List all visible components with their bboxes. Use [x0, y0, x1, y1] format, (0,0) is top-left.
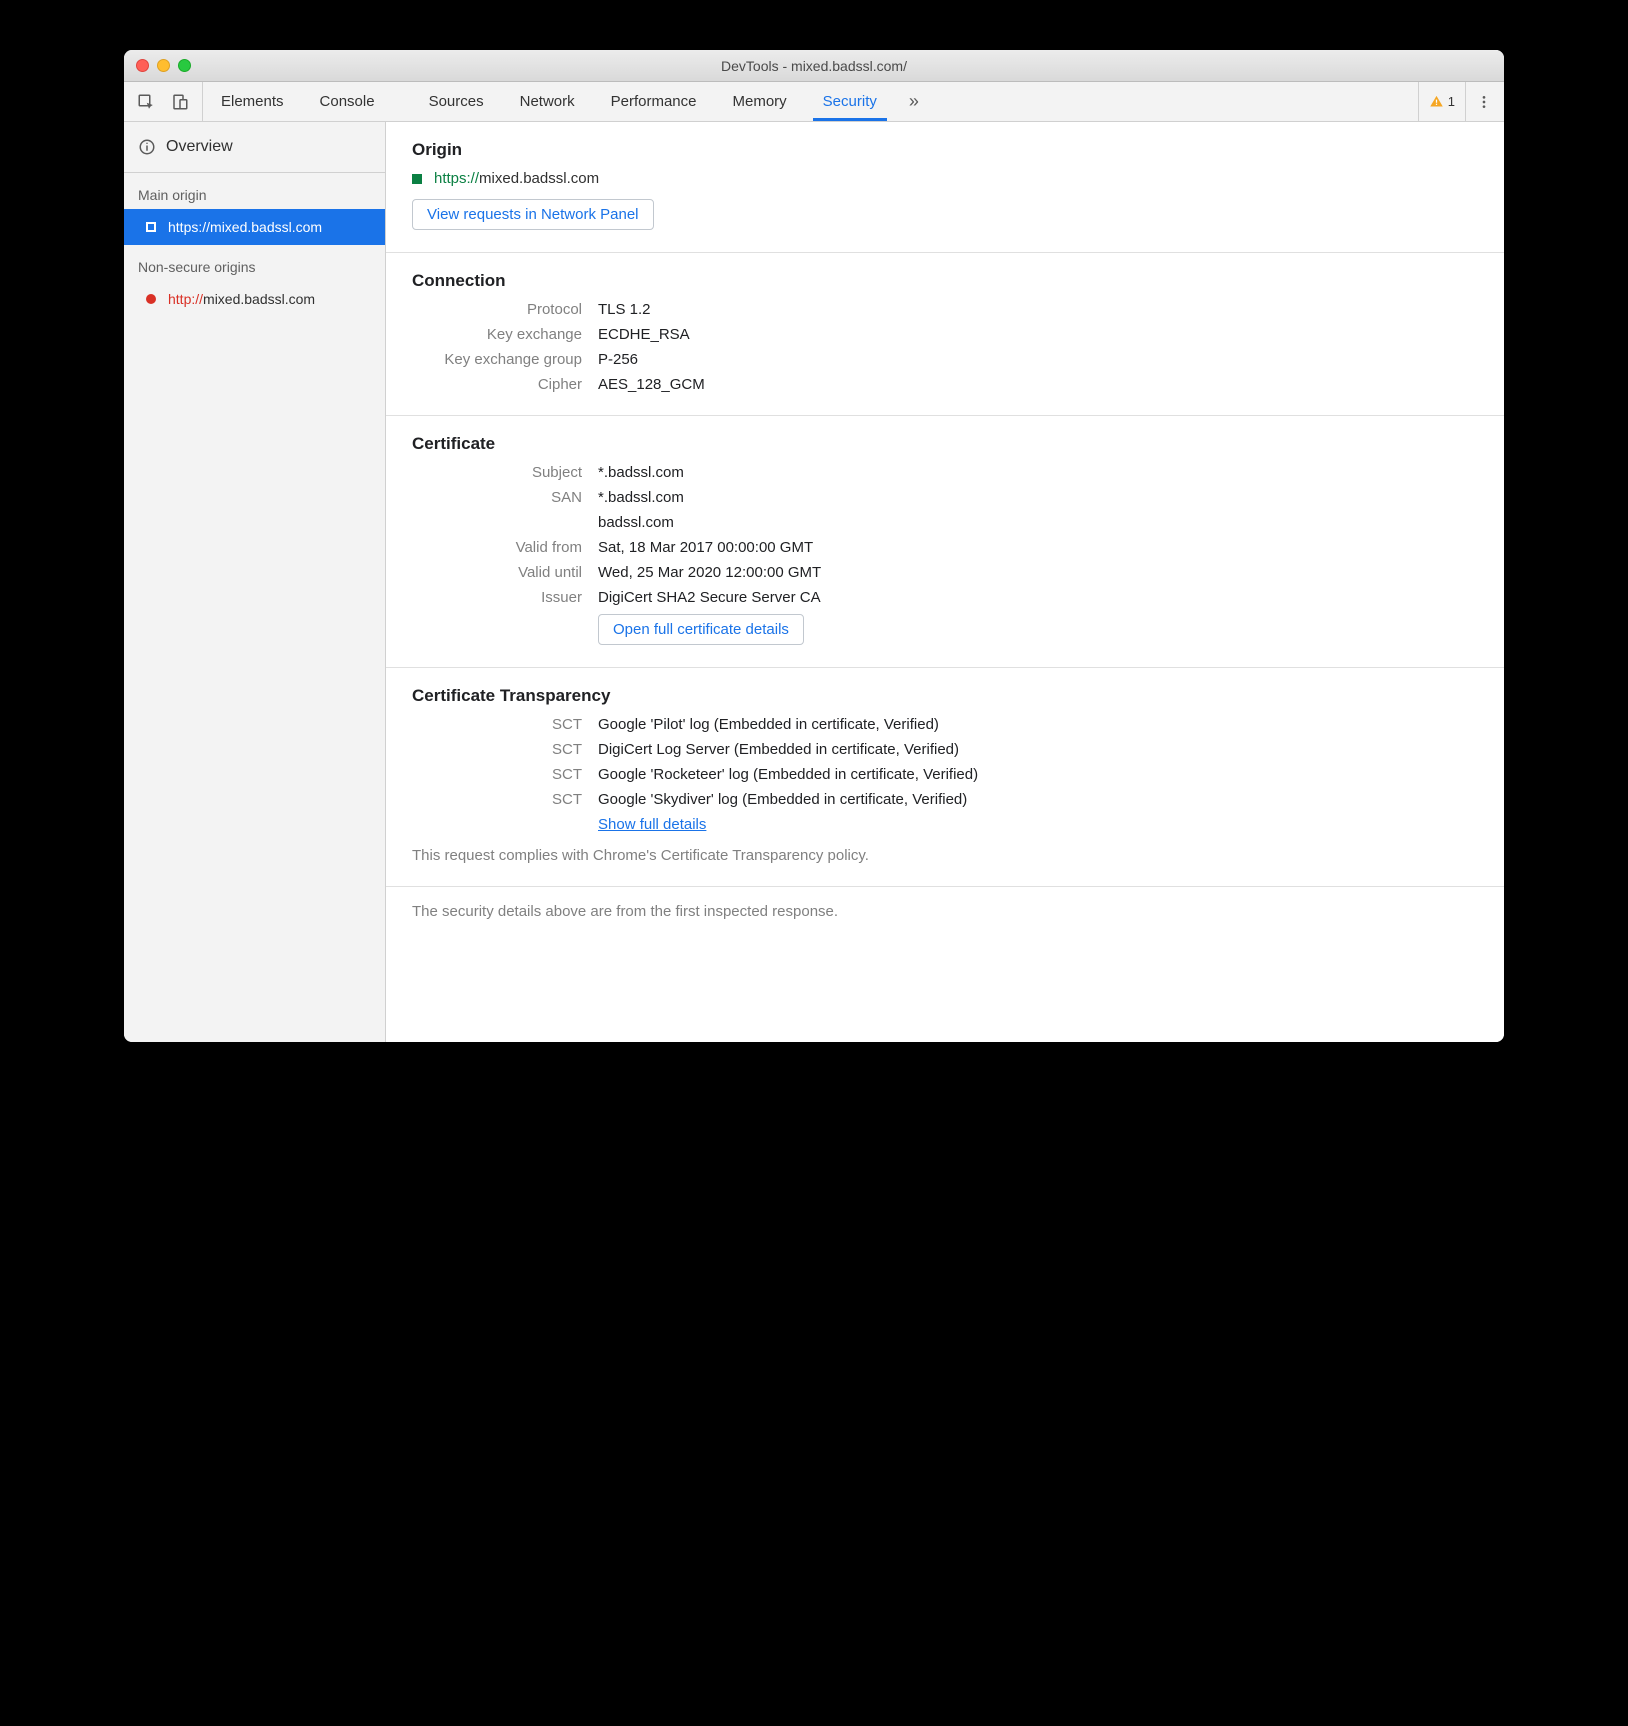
tab-console[interactable]: Console	[302, 82, 393, 121]
kebab-menu-icon[interactable]	[1472, 94, 1496, 110]
secure-origin-icon	[412, 174, 422, 184]
view-requests-button[interactable]: View requests in Network Panel	[412, 199, 654, 230]
origin-host: mixed.badssl.com	[210, 219, 322, 235]
kv-key: Key exchange	[412, 326, 582, 343]
kv-value: Google 'Pilot' log (Embedded in certific…	[598, 716, 1478, 733]
ct-heading: Certificate Transparency	[412, 686, 1478, 706]
connection-heading: Connection	[412, 271, 1478, 291]
kv-key: Subject	[412, 464, 582, 481]
kv-key: Protocol	[412, 301, 582, 318]
origin-section: Origin https://mixed.badssl.com View req…	[386, 122, 1504, 253]
sidebar: Overview Main origin https://mixed.badss…	[124, 122, 386, 1042]
inspect-element-icon[interactable]	[132, 88, 160, 116]
tab-network[interactable]: Network	[502, 82, 593, 121]
sidebar-group-main-origin: Main origin	[124, 173, 385, 209]
warnings-count: 1	[1448, 94, 1455, 109]
origin-heading: Origin	[412, 140, 1478, 160]
kv-key: SAN	[412, 489, 582, 506]
tab-performance[interactable]: Performance	[593, 82, 715, 121]
certificate-heading: Certificate	[412, 434, 1478, 454]
footer-note: The security details above are from the …	[386, 887, 1504, 936]
window-title: DevTools - mixed.badssl.com/	[124, 58, 1504, 74]
device-toolbar-icon[interactable]	[166, 88, 194, 116]
certificate-section: Certificate Subject *.badssl.com SAN *.b…	[386, 416, 1504, 668]
secure-origin-icon	[146, 222, 156, 232]
warnings-badge[interactable]: 1	[1418, 82, 1466, 121]
origin-scheme: http://	[168, 291, 203, 307]
kv-value: DigiCert Log Server (Embedded in certifi…	[598, 741, 1478, 758]
origin-host: mixed.badssl.com	[203, 291, 315, 307]
kv-value: AES_128_GCM	[598, 376, 1478, 393]
kv-key	[412, 514, 582, 531]
kv-key: SCT	[412, 791, 582, 808]
tab-elements[interactable]: Elements	[203, 82, 302, 121]
origin-host: mixed.badssl.com	[479, 170, 599, 187]
tab-strip: Elements Console Sources Network Perform…	[203, 82, 1410, 121]
sidebar-item-nonsecure-origin[interactable]: http://mixed.badssl.com	[124, 281, 385, 317]
sidebar-group-nonsecure: Non-secure origins	[124, 245, 385, 281]
connection-section: Connection Protocol TLS 1.2 Key exchange…	[386, 253, 1504, 416]
kv-value: *.badssl.com	[598, 489, 1478, 506]
minimize-icon[interactable]	[157, 59, 170, 72]
more-tabs-icon[interactable]: »	[895, 82, 933, 121]
traffic-lights	[124, 59, 191, 72]
kv-key: Issuer	[412, 589, 582, 606]
info-icon	[138, 138, 156, 156]
sidebar-overview-label: Overview	[166, 138, 233, 156]
sidebar-overview[interactable]: Overview	[124, 122, 385, 173]
titlebar: DevTools - mixed.badssl.com/	[124, 50, 1504, 82]
origin-scheme: https://	[168, 219, 210, 235]
tab-security[interactable]: Security	[805, 82, 895, 121]
kv-key: SCT	[412, 716, 582, 733]
devtools-window: DevTools - mixed.badssl.com/ Elements Co…	[124, 50, 1504, 1042]
kv-value: TLS 1.2	[598, 301, 1478, 318]
kv-value: DigiCert SHA2 Secure Server CA	[598, 589, 1478, 606]
open-certificate-details-button[interactable]: Open full certificate details	[598, 614, 804, 645]
main-panel: Origin https://mixed.badssl.com View req…	[386, 122, 1504, 1042]
kv-value: P-256	[598, 351, 1478, 368]
kv-value: Google 'Skydiver' log (Embedded in certi…	[598, 791, 1478, 808]
ct-compliance-note: This request complies with Chrome's Cert…	[412, 847, 1478, 864]
content-area: Overview Main origin https://mixed.badss…	[124, 122, 1504, 1042]
kv-value: badssl.com	[598, 514, 1478, 531]
sidebar-item-main-origin[interactable]: https://mixed.badssl.com	[124, 209, 385, 245]
tab-memory[interactable]: Memory	[715, 82, 805, 121]
kv-key: Cipher	[412, 376, 582, 393]
origin-scheme: https://	[434, 170, 479, 187]
kv-key: Key exchange group	[412, 351, 582, 368]
kv-value: Google 'Rocketeer' log (Embedded in cert…	[598, 766, 1478, 783]
toolbar: Elements Console Sources Network Perform…	[124, 82, 1504, 122]
kv-value: Wed, 25 Mar 2020 12:00:00 GMT	[598, 564, 1478, 581]
kv-value: Sat, 18 Mar 2017 00:00:00 GMT	[598, 539, 1478, 556]
zoom-icon[interactable]	[178, 59, 191, 72]
kv-key: Valid until	[412, 564, 582, 581]
ct-section: Certificate Transparency SCT Google 'Pil…	[386, 668, 1504, 887]
kv-key: SCT	[412, 766, 582, 783]
close-icon[interactable]	[136, 59, 149, 72]
kv-value: ECDHE_RSA	[598, 326, 1478, 343]
kv-key: Valid from	[412, 539, 582, 556]
kv-value: *.badssl.com	[598, 464, 1478, 481]
kv-key: SCT	[412, 741, 582, 758]
insecure-origin-icon	[146, 294, 156, 304]
tab-sources[interactable]: Sources	[411, 82, 502, 121]
show-full-ct-details-link[interactable]: Show full details	[598, 816, 706, 833]
